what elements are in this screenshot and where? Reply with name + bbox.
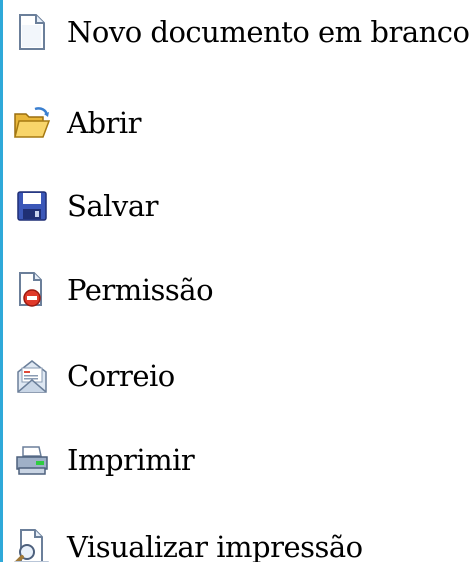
menu-item-save[interactable]: Salvar — [3, 174, 471, 238]
menu-item-label: Visualizar impressão — [67, 529, 363, 562]
permission-document-icon — [11, 269, 53, 311]
menu-item-print-preview[interactable]: Visualizar impressão — [3, 515, 471, 562]
printer-icon — [11, 439, 53, 481]
open-folder-icon — [11, 102, 53, 144]
menu-item-label: Salvar — [67, 188, 158, 223]
menu-item-label: Novo documento em branco — [67, 14, 470, 49]
menu-item-new-blank-document[interactable]: Novo documento em branco — [3, 0, 471, 64]
menu-item-print[interactable]: Imprimir — [3, 428, 471, 492]
menu-item-label: Correio — [67, 358, 175, 393]
floppy-disk-icon — [11, 185, 53, 227]
menu-item-label: Abrir — [67, 105, 142, 140]
menu-item-open[interactable]: Abrir — [3, 91, 471, 155]
menu-item-permission[interactable]: Permissão — [3, 258, 471, 322]
file-menu: Novo documento em branco Abrir Salvar Pe… — [0, 0, 471, 562]
menu-item-mail[interactable]: Correio — [3, 344, 471, 408]
print-preview-icon — [11, 526, 53, 562]
menu-item-label: Imprimir — [67, 442, 195, 477]
mail-envelope-icon — [11, 355, 53, 397]
menu-item-label: Permissão — [67, 272, 214, 307]
blank-document-icon — [11, 11, 53, 53]
